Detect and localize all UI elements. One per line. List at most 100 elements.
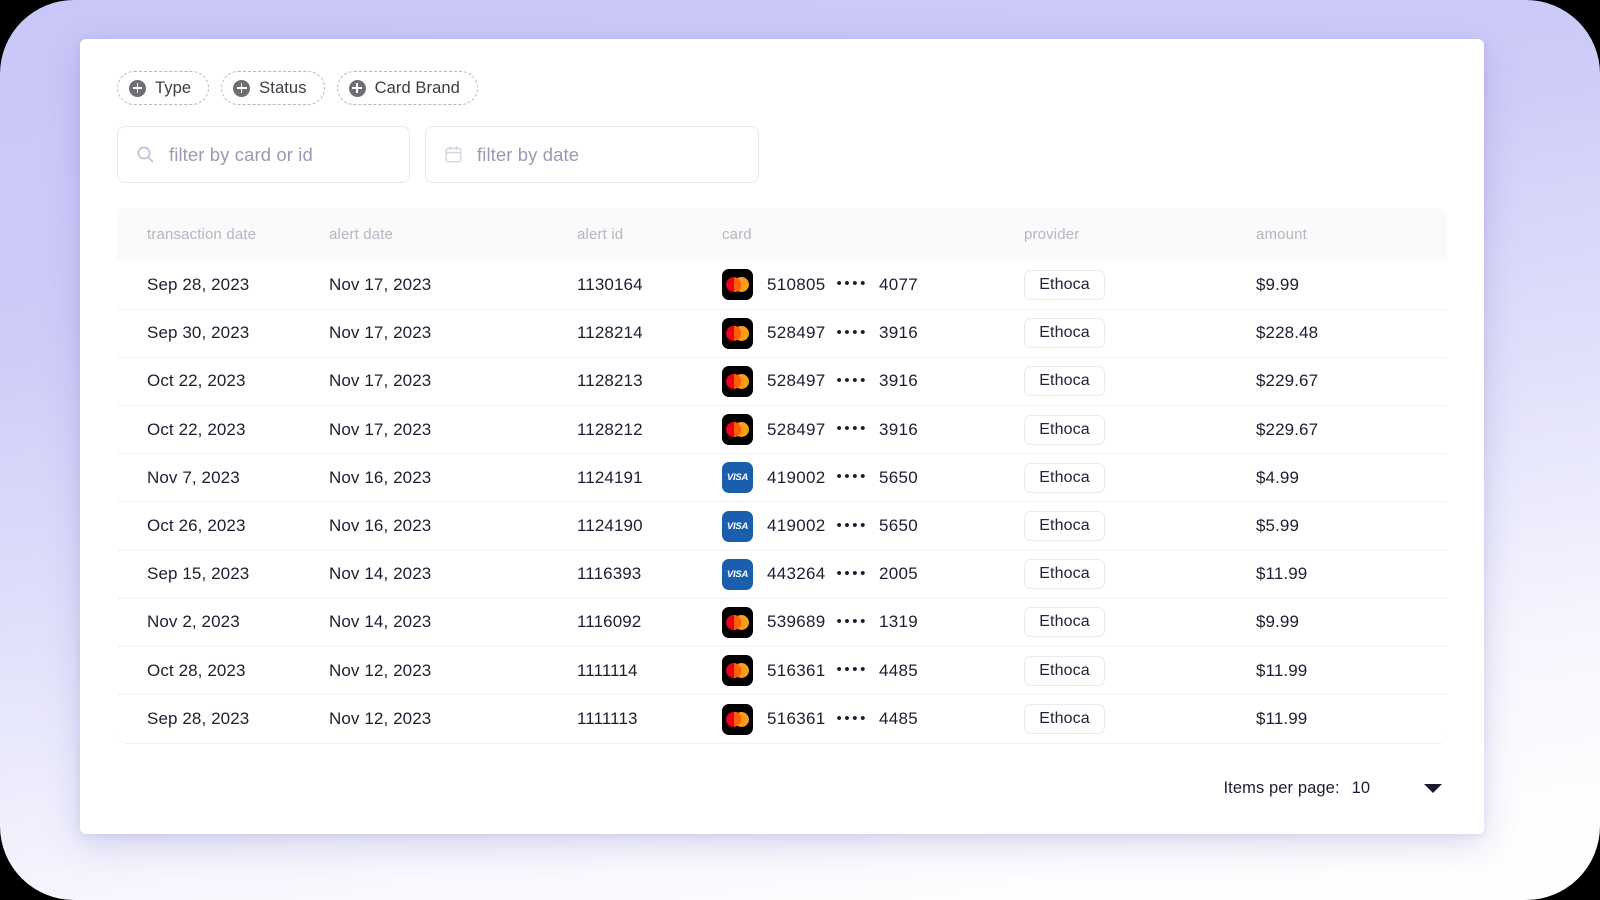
cell-alert-date: Nov 17, 2023 [329, 309, 577, 357]
visa-card-icon: VISA [722, 462, 753, 493]
cell-transaction-date: Sep 30, 2023 [117, 309, 329, 357]
card-last4: 5650 [879, 468, 918, 488]
cell-amount: $11.99 [1256, 550, 1447, 598]
alerts-table: transaction date alert date alert id car… [117, 208, 1447, 743]
filter-chip-label: Card Brand [375, 79, 460, 98]
card-cell: 510805••••4077 [722, 269, 1024, 300]
cell-provider: Ethoca [1024, 406, 1256, 454]
cell-alert-date: Nov 14, 2023 [329, 550, 577, 598]
mastercard-card-icon [722, 704, 753, 735]
card-cell: VISA419002••••5650 [722, 462, 1024, 493]
alert-id-value: 1128213 [577, 371, 643, 390]
cell-amount: $5.99 [1256, 502, 1447, 550]
table-row[interactable]: Sep 28, 2023Nov 17, 20231130164510805•••… [117, 261, 1447, 309]
mastercard-card-icon [722, 269, 753, 300]
visa-wordmark: VISA [727, 521, 748, 532]
cell-provider: Ethoca [1024, 647, 1256, 695]
filter-chip-status[interactable]: Status [221, 71, 324, 105]
alert-id-value: 1111114 [577, 661, 638, 680]
visa-card-icon: VISA [722, 511, 753, 542]
card-search-box[interactable]: filter by card or id [117, 126, 410, 183]
column-header-card[interactable]: card [722, 208, 1024, 261]
cell-alert-date: Nov 12, 2023 [329, 647, 577, 695]
provider-badge: Ethoca [1024, 415, 1105, 445]
table-row[interactable]: Oct 22, 2023Nov 17, 20231128212528497•••… [117, 406, 1447, 454]
card-bin: 419002 [767, 516, 826, 536]
chevron-down-icon[interactable] [1424, 784, 1442, 793]
mastercard-card-icon [722, 366, 753, 397]
card-mask: •••• [837, 372, 868, 389]
amount-value: $9.99 [1256, 275, 1299, 294]
card-number: 443264••••2005 [767, 564, 918, 584]
card-mask: •••• [837, 565, 868, 582]
cell-provider: Ethoca [1024, 550, 1256, 598]
provider-badge: Ethoca [1024, 704, 1105, 734]
card-mask: •••• [837, 468, 868, 485]
table-row[interactable]: Sep 15, 2023Nov 14, 20231116393VISA44326… [117, 550, 1447, 598]
table-row[interactable]: Sep 28, 2023Nov 12, 20231111113516361•••… [117, 695, 1447, 743]
cell-alert-id: 1124191 [577, 454, 722, 502]
cell-transaction-date: Oct 22, 2023 [117, 406, 329, 454]
amount-value: $11.99 [1256, 709, 1307, 728]
cell-alert-id: 1116092 [577, 598, 722, 646]
mastercard-card-icon [722, 607, 753, 638]
card-last4: 3916 [879, 420, 918, 440]
table-row[interactable]: Sep 30, 2023Nov 17, 20231128214528497•••… [117, 309, 1447, 357]
table-row[interactable]: Oct 28, 2023 Nov 12, 20231111114 516361•••… [117, 647, 1447, 695]
cell-provider: Ethoca [1024, 695, 1256, 743]
amount-value: $229.67 [1256, 420, 1318, 439]
card-cell: 516361••••4485 [722, 655, 1024, 686]
transaction-date-value: Sep 15, 2023 [147, 564, 249, 583]
alerts-panel: Type Status Card Brand filter by c [80, 39, 1484, 834]
visa-wordmark: VISA [727, 569, 748, 580]
alert-date-value: Nov 16, 2023 [329, 468, 431, 487]
visa-wordmark: VISA [727, 472, 748, 483]
page-backdrop: Type Status Card Brand filter by c [0, 0, 1600, 900]
cell-alert-id: 1111113 [577, 695, 722, 743]
card-cell: 528497••••3916 [722, 366, 1024, 397]
column-header-alert-date[interactable]: alert date [329, 208, 577, 261]
table-row[interactable]: Oct 26, 2023Nov 16, 20231124190VISA41900… [117, 502, 1447, 550]
cell-transaction-date: Oct 26, 2023 [117, 502, 329, 550]
cell-alert-id: 1130164 [577, 261, 722, 309]
cell-card: 539689••••1319 [722, 598, 1024, 646]
pagination-controls: Items per page: 10 [1223, 779, 1442, 798]
card-cell: 528497••••3916 [722, 414, 1024, 445]
cell-transaction-date: Sep 28, 2023 [117, 261, 329, 309]
card-last4: 4485 [879, 709, 918, 729]
cell-alert-date: Nov 14, 2023 [329, 598, 577, 646]
table-row[interactable]: Oct 22, 2023 Nov 17, 20231128213 528497•••… [117, 357, 1447, 405]
plus-circle-icon [129, 80, 146, 97]
alert-date-value: Nov 16, 2023 [329, 516, 431, 535]
provider-badge: Ethoca [1024, 270, 1105, 300]
alert-id-value: 1124191 [577, 468, 643, 487]
table-row[interactable]: Nov 7, 2023Nov 16, 20231124191VISA419002… [117, 454, 1447, 502]
card-number: 510805••••4077 [767, 275, 918, 295]
cell-card: 528497••••3916 [722, 406, 1024, 454]
card-search-input[interactable]: filter by card or id [169, 144, 313, 166]
filter-chip-label: Status [259, 79, 306, 98]
cell-card: 528497••••3916 [722, 309, 1024, 357]
card-mask: •••• [837, 324, 868, 341]
cell-card: 510805••••4077 [722, 261, 1024, 309]
column-header-alert-id[interactable]: alert id [577, 208, 722, 261]
date-search-box[interactable]: filter by date [425, 126, 759, 183]
calendar-icon [444, 145, 463, 164]
cell-amount: $11.99 [1256, 695, 1447, 743]
filter-chip-card-brand[interactable]: Card Brand [337, 71, 478, 105]
column-header-provider[interactable]: provider [1024, 208, 1256, 261]
card-cell: VISA419002••••5650 [722, 511, 1024, 542]
cell-alert-date: Nov 17, 2023 [329, 357, 577, 405]
mastercard-card-icon [722, 318, 753, 349]
card-bin: 516361 [767, 661, 826, 681]
date-search-input[interactable]: filter by date [477, 144, 579, 166]
card-number: 528497••••3916 [767, 420, 918, 440]
column-header-transaction-date[interactable]: transaction date [117, 208, 329, 261]
transaction-date-value: Sep 28, 2023 [147, 709, 249, 728]
table-row[interactable]: Nov 2, 2023Nov 14, 20231116092539689••••… [117, 598, 1447, 646]
items-per-page-value[interactable]: 10 [1352, 779, 1370, 798]
filter-chip-type[interactable]: Type [117, 71, 209, 105]
column-header-amount[interactable]: amount [1256, 208, 1447, 261]
transaction-date-value: Oct 22, 2023 [147, 371, 246, 390]
transaction-date-value: Oct 28, 2023 [147, 661, 246, 680]
